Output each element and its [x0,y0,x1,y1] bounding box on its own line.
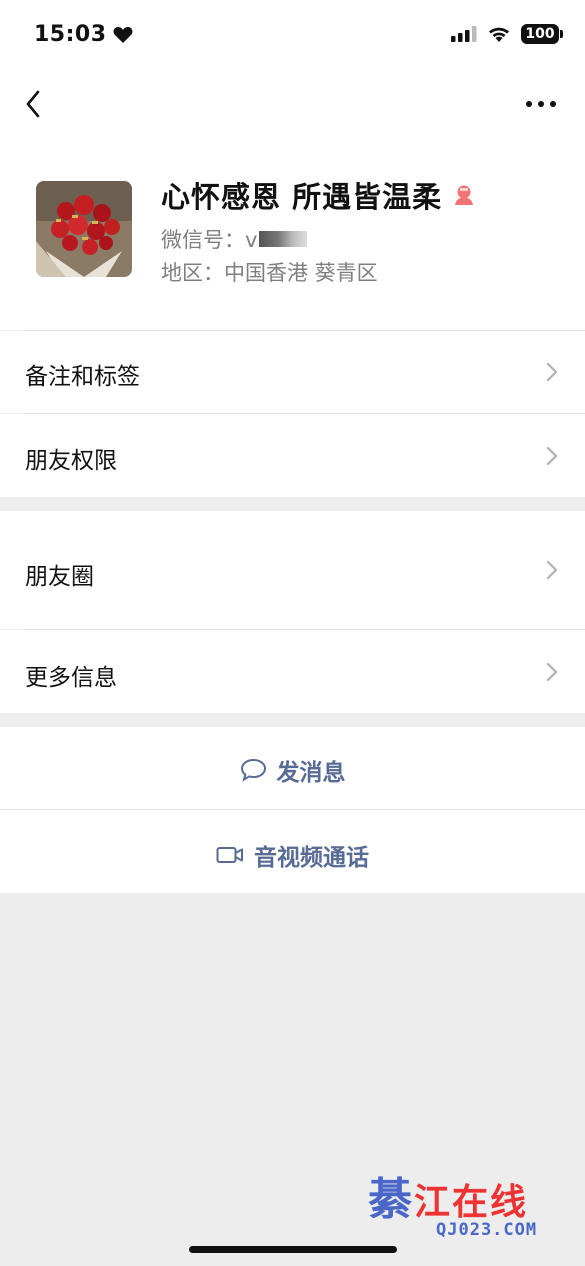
time-text: 15:03 [34,22,107,47]
row-label: 更多信息 [25,665,117,691]
watermark-brand-rest: 江在线 [414,1181,529,1223]
chevron-right-icon [546,362,558,382]
status-bar: 15:03 100 [0,0,585,70]
chevron-right-icon [546,662,558,682]
region: 地区：中国香港 葵青区 [161,261,378,285]
cellular-signal-icon [451,26,477,42]
watermark-brand-first: 綦 [368,1174,414,1225]
flower-bouquet-image [36,181,132,277]
status-time: 15:03 [34,22,133,47]
row-friend-permissions[interactable]: 朋友权限 [0,414,585,497]
back-arrow-icon[interactable] [18,82,48,126]
wechat-id: 微信号：v [161,224,308,254]
row-more-info[interactable]: 更多信息 [0,630,585,713]
video-call-text: 音视频通话 [254,845,369,871]
video-camera-icon [216,847,243,863]
profile-header: 心怀感恩 所遇皆温柔 微信号：v 地区：中国香港 葵青区 [0,140,585,330]
row-label: 朋友权限 [25,448,117,474]
row-label: 朋友圈 [25,564,94,590]
name-row: 心怀感恩 所遇皆温柔 [161,174,476,216]
status-indicators: 100 [451,24,563,44]
row-label: 备注和标签 [25,364,140,390]
row-notes-tags[interactable]: 备注和标签 [0,331,585,413]
watermark-brand: 綦江在线 [368,1178,568,1223]
send-message-text: 发消息 [276,760,346,786]
video-call-button[interactable]: 音视频通话 [0,810,585,893]
chat-bubble-icon [240,758,266,782]
watermark-domain: QJ023.COM [436,1220,538,1240]
chevron-right-icon [546,446,558,466]
chevron-right-icon [546,560,558,580]
send-message-button[interactable]: 发消息 [0,727,585,809]
avatar[interactable] [36,181,132,277]
home-indicator[interactable] [189,1246,397,1253]
female-gender-icon [455,185,474,205]
navigation-bar [0,70,585,140]
battery-indicator: 100 [521,24,563,44]
redacted-block [259,231,308,247]
more-options-icon[interactable] [521,92,561,116]
row-moments[interactable]: 朋友圈 [0,511,585,629]
display-name: 心怀感恩 所遇皆温柔 [161,180,443,214]
video-call-label: 音视频通话 [0,838,585,872]
watermark-logo: 綦江在线 QJ023.COM [368,1178,568,1246]
wechat-id-label: 微信号：v [161,228,258,252]
send-message-label: 发消息 [0,753,585,787]
wifi-icon [489,27,509,42]
heart-icon [113,26,132,43]
